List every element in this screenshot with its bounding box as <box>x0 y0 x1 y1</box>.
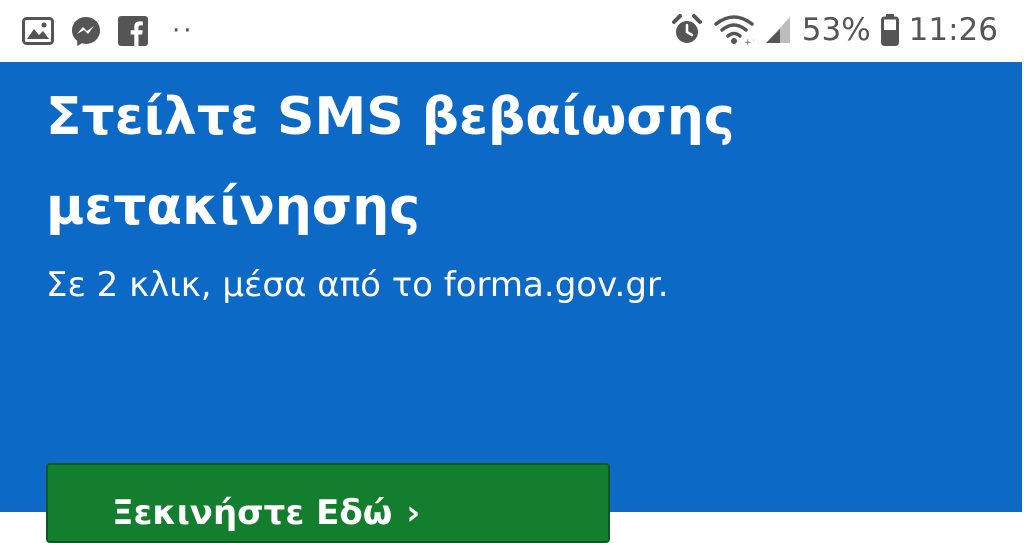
notification-icons: ·· <box>22 12 195 50</box>
signal-icon <box>764 15 792 45</box>
more-dots-icon: ·· <box>172 16 195 46</box>
status-bar: ·· +↑ 53% <box>0 0 1024 62</box>
wifi-icon: +↑ <box>714 14 754 46</box>
system-status: +↑ 53% 11:26 <box>670 8 998 52</box>
alarm-icon <box>670 13 704 47</box>
facebook-icon <box>118 16 148 46</box>
page-title: Στείλτε SMS βεβαίωσης μετακίνησης <box>46 87 735 237</box>
chevron-right-icon: › <box>406 493 421 533</box>
battery-icon <box>880 14 899 46</box>
clock-time: 11:26 <box>908 12 998 48</box>
image-icon <box>22 17 54 45</box>
svg-text:+↑: +↑ <box>744 38 754 46</box>
start-here-button[interactable]: Ξεκινήστε Εδώ › <box>46 463 610 543</box>
page-subtitle: Σε 2 κλικ, μέσα από το forma.gov.gr. <box>46 265 669 305</box>
messenger-icon <box>70 15 102 47</box>
start-here-label: Ξεκινήστε Εδώ <box>112 493 393 533</box>
battery-percent: 53% <box>801 12 871 48</box>
